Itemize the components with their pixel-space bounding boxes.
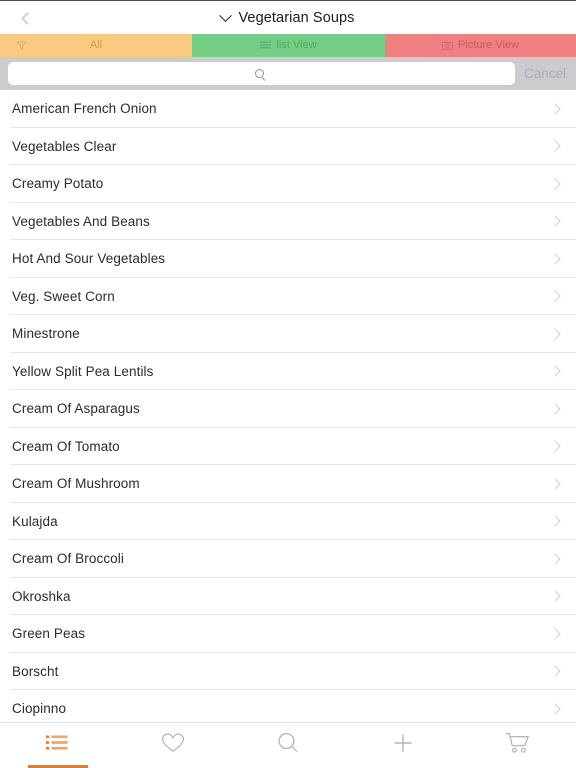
chevron-right-icon: [549, 440, 561, 452]
tab-list-view[interactable]: list View: [192, 34, 385, 57]
chevron-right-icon: [549, 253, 561, 265]
list-item-label: Okroshka: [12, 588, 71, 604]
list-item-label: Creamy Potato: [12, 176, 104, 192]
list-item[interactable]: Green Peas: [0, 615, 576, 653]
navigation-header: Vegetarian Soups: [0, 0, 576, 34]
chevron-right-icon: [549, 403, 561, 415]
bottom-tab-favorites[interactable]: [115, 723, 230, 768]
camera-icon: [442, 41, 453, 50]
list-item-label: Veg. Sweet Corn: [12, 288, 115, 304]
chevron-right-icon: [549, 703, 561, 715]
chevron-right-icon: [549, 328, 561, 340]
navigation-title-group: Vegetarian Soups: [0, 1, 576, 35]
plus-icon: [391, 731, 415, 760]
chevron-down-icon: [219, 8, 233, 22]
search-icon: [276, 731, 300, 760]
list-item-label: Cream Of Mushroom: [12, 476, 140, 492]
list-item[interactable]: Minestrone: [0, 315, 576, 353]
list-item-label: Green Peas: [12, 626, 86, 642]
view-mode-tabs: All list View Picture View: [0, 34, 576, 57]
list-item-label: Vegetables Clear: [12, 138, 117, 154]
list-item[interactable]: American French Onion: [0, 90, 576, 128]
chevron-right-icon: [549, 478, 561, 490]
list-item-label: Yellow Split Pea Lentils: [12, 363, 154, 379]
list-item[interactable]: Borscht: [0, 652, 576, 690]
list-item-label: Minestrone: [12, 326, 80, 342]
list-item-label: Cream Of Broccoli: [12, 551, 124, 567]
list-item[interactable]: Veg. Sweet Corn: [0, 277, 576, 315]
list-item[interactable]: Cream Of Broccoli: [0, 540, 576, 578]
list-bullets-icon: [45, 733, 70, 758]
list-item[interactable]: Vegetables And Beans: [0, 202, 576, 240]
list-item[interactable]: Cream Of Tomato: [0, 427, 576, 465]
bottom-tab-search[interactable]: [230, 723, 345, 768]
chevron-right-icon: [549, 590, 561, 602]
chevron-right-icon: [549, 178, 561, 190]
back-button[interactable]: [0, 1, 52, 35]
filter-funnel-icon: [16, 41, 27, 51]
chevron-right-icon: [549, 365, 561, 377]
list-item-label: Ciopinno: [12, 701, 67, 717]
bottom-tab-cart[interactable]: [461, 723, 576, 768]
search-input[interactable]: [8, 62, 515, 85]
tab-picture-view[interactable]: Picture View: [385, 34, 576, 57]
bottom-tab-add[interactable]: [346, 723, 461, 768]
list-item-label: American French Onion: [12, 101, 157, 117]
search-icon: [254, 69, 264, 78]
list-item[interactable]: Vegetables Clear: [0, 127, 576, 165]
list-item[interactable]: Ciopinno: [0, 690, 576, 722]
app-root: Vegetarian Soups All list View Picture V…: [0, 0, 576, 768]
list-item-label: Hot And Sour Vegetables: [12, 251, 166, 267]
heart-icon: [161, 732, 185, 759]
chevron-right-icon: [549, 515, 561, 527]
list-item-label: Cream Of Asparagus: [12, 401, 140, 417]
list-item[interactable]: Yellow Split Pea Lentils: [0, 352, 576, 390]
list-item-label: Vegetables And Beans: [12, 213, 150, 229]
list-view-icon: [260, 41, 272, 50]
tab-all-label: All: [89, 39, 103, 51]
list-item-label: Kulajda: [12, 513, 58, 529]
chevron-right-icon: [549, 665, 561, 677]
page-title: Vegetarian Soups: [238, 10, 355, 26]
chevron-right-icon: [549, 140, 561, 152]
soup-list[interactable]: American French Onion Vegetables Clear Cre…: [0, 90, 576, 722]
list-item[interactable]: Cream Of Mushroom: [0, 465, 576, 503]
chevron-right-icon: [549, 628, 561, 640]
chevron-right-icon: [549, 215, 561, 227]
tab-picture-view-label: Picture View: [458, 39, 519, 51]
cancel-button[interactable]: Cancel: [515, 66, 576, 81]
list-item[interactable]: Kulajda: [0, 502, 576, 540]
list-item[interactable]: Hot And Sour Vegetables: [0, 240, 576, 278]
bottom-tab-bar: [0, 722, 576, 768]
tab-all[interactable]: All: [0, 34, 192, 57]
list-item[interactable]: Okroshka: [0, 577, 576, 615]
list-item-label: Cream Of Tomato: [12, 438, 120, 454]
search-bar: Cancel: [0, 57, 576, 90]
chevron-right-icon: [549, 290, 561, 302]
list-item-label: Borscht: [12, 663, 59, 679]
chevron-right-icon: [549, 553, 561, 565]
shopping-cart-icon: [505, 731, 531, 760]
list-item[interactable]: Cream Of Asparagus: [0, 390, 576, 428]
list-item[interactable]: Creamy Potato: [0, 165, 576, 203]
chevron-left-icon: [21, 11, 34, 25]
tab-list-view-label: list View: [276, 39, 317, 51]
bottom-tab-list[interactable]: [0, 723, 115, 768]
chevron-right-icon: [549, 103, 561, 115]
